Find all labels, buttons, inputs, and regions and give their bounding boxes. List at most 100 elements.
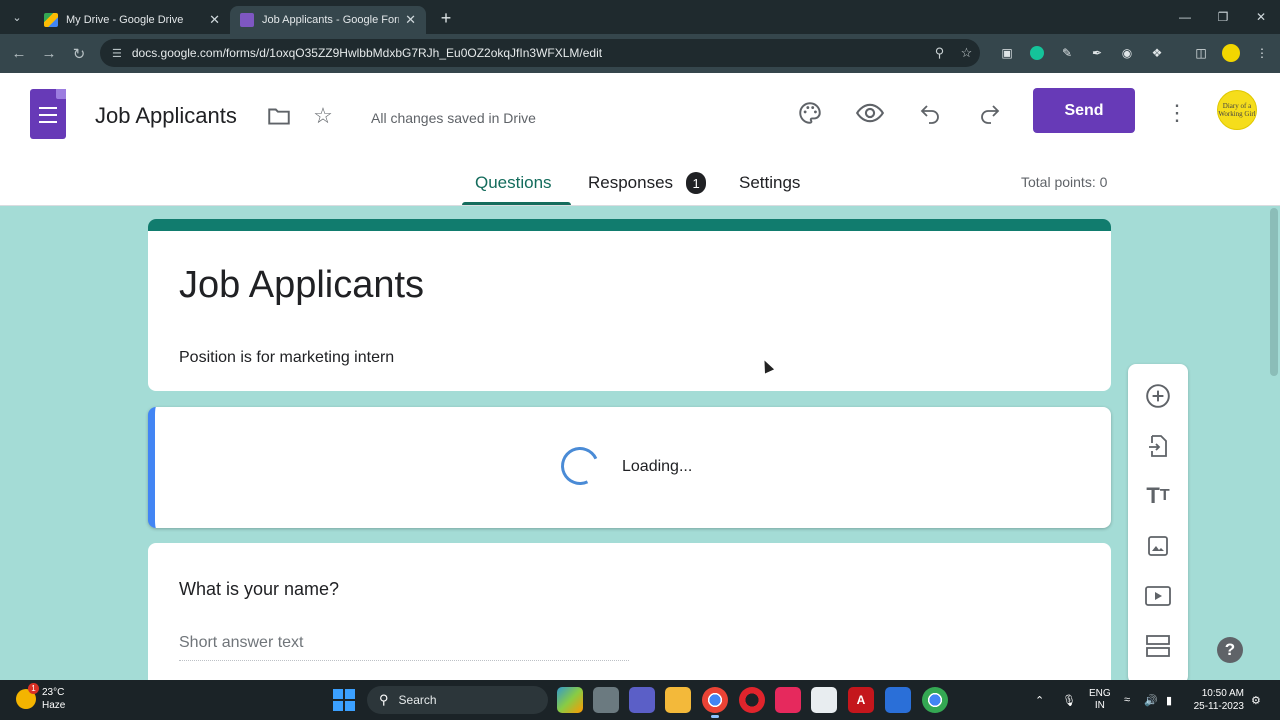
save-status: All changes saved in Drive xyxy=(371,110,536,126)
volume-icon[interactable]: 🔊 xyxy=(1144,680,1158,720)
google-forms-logo-icon[interactable] xyxy=(30,89,66,139)
windows-taskbar: 1 23°C Haze ⚲ Search A ⌃ 🎙 ENG IN ≈ 🔊 ▮ … xyxy=(0,680,1280,720)
url-text[interactable]: docs.google.com/forms/d/1oxqO35ZZ9HwlbbM… xyxy=(132,46,926,60)
windows-start-icon[interactable] xyxy=(333,689,355,711)
notifications-icon[interactable]: ⚙ xyxy=(1251,680,1261,720)
import-questions-icon[interactable] xyxy=(1140,428,1176,464)
chrome-profile-icon[interactable] xyxy=(922,687,948,713)
add-image-icon[interactable] xyxy=(1140,528,1176,564)
preview-eye-icon[interactable] xyxy=(852,95,888,131)
floating-toolbar: TT xyxy=(1128,364,1188,680)
extension-icon[interactable]: ▣ xyxy=(993,39,1021,67)
zoom-icon[interactable]: ⚲ xyxy=(926,45,953,61)
acrobat-icon[interactable]: A xyxy=(848,687,874,713)
chrome-icon[interactable] xyxy=(702,687,728,718)
camera-extension-icon[interactable]: ◉ xyxy=(1113,39,1141,67)
wifi-icon[interactable]: ≈ xyxy=(1124,680,1130,720)
avatar[interactable]: Diary of a Working Girl xyxy=(1217,90,1257,130)
close-window-icon[interactable]: ✕ xyxy=(1242,0,1280,34)
new-tab-button[interactable]: + xyxy=(432,4,460,32)
document-title[interactable]: Job Applicants xyxy=(95,103,237,129)
teams-icon[interactable] xyxy=(629,687,655,713)
theme-color-bar xyxy=(148,219,1111,231)
help-icon[interactable]: ? xyxy=(1217,637,1243,663)
copilot-icon[interactable] xyxy=(557,687,583,713)
browser-menu-icon[interactable]: ⋮ xyxy=(1248,39,1276,67)
browser-tab-forms[interactable]: Job Applicants - Google Forms ✕ xyxy=(230,6,426,34)
maximize-icon[interactable]: ❐ xyxy=(1204,0,1242,34)
clock[interactable]: 10:50 AM 25-11-2023 xyxy=(1192,687,1244,713)
loading-text: Loading... xyxy=(622,458,693,475)
tray-overflow-icon[interactable]: ⌃ xyxy=(1035,680,1044,720)
loading-question-card[interactable]: Loading... xyxy=(148,407,1111,528)
microphone-icon[interactable]: 🎙 xyxy=(1062,680,1076,720)
tab-label: Questions xyxy=(475,173,552,192)
tab-title: My Drive - Google Drive xyxy=(66,14,184,26)
weather-icon: 1 xyxy=(16,683,39,709)
battery-icon[interactable]: ▮ xyxy=(1166,680,1172,720)
weather-widget[interactable]: 1 23°C Haze xyxy=(16,683,66,712)
tab-label: Responses xyxy=(588,173,674,192)
address-bar[interactable]: ☰ docs.google.com/forms/d/1oxqO35ZZ9Hwlb… xyxy=(100,39,980,67)
close-tab-icon[interactable]: ✕ xyxy=(209,12,220,28)
app-blue-icon[interactable] xyxy=(885,687,911,713)
redo-icon[interactable] xyxy=(972,95,1008,131)
back-icon[interactable]: ← xyxy=(4,39,34,69)
bookmark-star-icon[interactable]: ☆ xyxy=(953,45,980,61)
active-tab-indicator xyxy=(462,202,571,205)
language-indicator[interactable]: ENG IN xyxy=(1089,680,1111,720)
scrollbar-thumb[interactable] xyxy=(1270,208,1278,376)
form-canvas: Job Applicants Position is for marketing… xyxy=(0,206,1280,680)
search-label: Search xyxy=(398,693,437,707)
taskbar-search[interactable]: ⚲ Search xyxy=(367,686,548,714)
more-options-icon[interactable]: ⋮ xyxy=(1159,95,1195,131)
send-button[interactable]: Send xyxy=(1033,88,1135,133)
forward-icon[interactable]: → xyxy=(34,39,64,69)
time: 10:50 AM xyxy=(1201,688,1244,699)
loading-spinner-icon xyxy=(555,441,605,491)
reload-icon[interactable]: ↻ xyxy=(64,39,94,69)
app-pink-icon[interactable] xyxy=(775,687,801,713)
language-bottom: IN xyxy=(1094,700,1105,711)
minimize-icon[interactable]: — xyxy=(1166,0,1204,34)
tab-questions[interactable]: Questions xyxy=(475,169,552,206)
weather-desc: Haze xyxy=(42,700,66,711)
tab-responses[interactable]: Responses 1 xyxy=(588,169,707,206)
site-info-icon[interactable]: ☰ xyxy=(112,47,122,60)
profile-avatar-small[interactable] xyxy=(1217,39,1245,67)
question-title[interactable]: What is your name? xyxy=(179,579,339,600)
browser-tab-drive[interactable]: My Drive - Google Drive ✕ xyxy=(34,6,230,34)
add-section-icon[interactable] xyxy=(1140,628,1176,664)
tab-label: Settings xyxy=(739,173,801,192)
tab-search-icon[interactable]: ⌄ xyxy=(0,0,34,34)
file-explorer-icon[interactable] xyxy=(665,687,691,713)
extensions-puzzle-icon[interactable]: ❖ xyxy=(1143,39,1171,67)
weather-alert-badge: 1 xyxy=(28,683,39,694)
page-scrollbar[interactable] xyxy=(1268,206,1280,680)
browser-toolbar: ← → ↻ ☰ docs.google.com/forms/d/1oxqO35Z… xyxy=(0,34,1280,73)
star-icon[interactable]: ☆ xyxy=(309,103,337,131)
add-question-icon[interactable] xyxy=(1140,378,1176,414)
pen-icon[interactable]: ✎ xyxy=(1053,39,1081,67)
forms-header: Job Applicants ☆ All changes saved in Dr… xyxy=(0,73,1280,206)
search-icon: ⚲ xyxy=(379,692,389,707)
question-card[interactable]: What is your name? Short answer text xyxy=(148,543,1111,680)
grammarly-icon[interactable] xyxy=(1023,39,1051,67)
undo-icon[interactable] xyxy=(912,95,948,131)
move-to-folder-icon[interactable] xyxy=(265,103,293,131)
customize-theme-palette-icon[interactable] xyxy=(792,95,828,131)
form-title[interactable]: Job Applicants xyxy=(179,264,424,307)
tab-settings[interactable]: Settings xyxy=(739,169,800,206)
form-title-card[interactable]: Job Applicants Position is for marketing… xyxy=(148,219,1111,391)
form-description[interactable]: Position is for marketing intern xyxy=(179,349,394,367)
browser-tab-bar: ⌄ My Drive - Google Drive ✕ Job Applican… xyxy=(0,0,1280,34)
side-panel-icon[interactable]: ◫ xyxy=(1187,39,1215,67)
google-forms-icon xyxy=(240,13,254,27)
feather-icon[interactable]: ✒ xyxy=(1083,39,1111,67)
task-view-icon[interactable] xyxy=(593,687,619,713)
app-tools-icon[interactable] xyxy=(811,687,837,713)
opera-icon[interactable] xyxy=(739,687,765,713)
add-title-icon[interactable]: TT xyxy=(1140,478,1176,514)
close-tab-icon[interactable]: ✕ xyxy=(405,12,416,28)
add-video-icon[interactable] xyxy=(1140,578,1176,614)
